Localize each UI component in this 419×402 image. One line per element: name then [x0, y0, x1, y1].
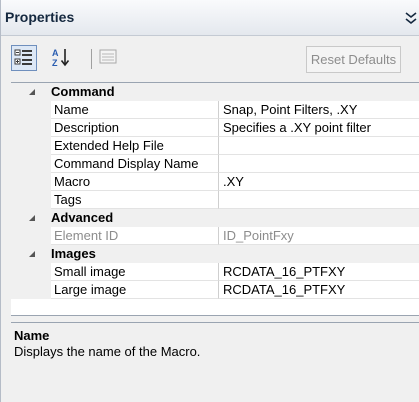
property-pages-icon — [99, 49, 117, 64]
category-images[interactable]: Images — [11, 245, 419, 263]
description-title: Name — [14, 328, 50, 343]
description-text: Displays the name of the Macro. — [14, 344, 201, 359]
category-label: Images — [51, 246, 96, 261]
property-value[interactable]: ID_PointFxy — [219, 227, 419, 245]
property-value[interactable] — [219, 191, 419, 209]
property-name: Macro — [51, 173, 219, 191]
collapse-triangle-icon[interactable] — [27, 249, 37, 259]
property-value[interactable] — [219, 155, 419, 173]
property-name: Description — [51, 119, 219, 137]
property-row[interactable]: Command Display Name — [11, 155, 419, 173]
property-value[interactable]: RCDATA_16_PTFXY — [219, 263, 419, 281]
property-row[interactable]: Extended Help File — [11, 137, 419, 155]
property-row[interactable]: Large image RCDATA_16_PTFXY — [11, 281, 419, 299]
row-gutter — [11, 281, 51, 299]
property-name: Small image — [51, 263, 219, 281]
collapse-triangle-icon[interactable] — [27, 213, 37, 223]
row-gutter — [11, 191, 51, 209]
toolbar-separator — [91, 49, 92, 69]
property-name: Extended Help File — [51, 137, 219, 155]
property-row[interactable]: Small image RCDATA_16_PTFXY — [11, 263, 419, 281]
property-row[interactable]: Description Specifies a .XY point filter — [11, 119, 419, 137]
panel-title: Properties — [5, 9, 75, 25]
property-value[interactable]: Specifies a .XY point filter — [219, 119, 419, 137]
property-row[interactable]: Name Snap, Point Filters, .XY — [11, 101, 419, 119]
property-value[interactable] — [219, 137, 419, 155]
category-label: Command — [51, 84, 115, 99]
row-gutter — [11, 137, 51, 155]
property-value[interactable]: RCDATA_16_PTFXY — [219, 281, 419, 299]
property-name: Tags — [51, 191, 219, 209]
category-label: Advanced — [51, 210, 114, 225]
row-gutter — [11, 101, 51, 119]
property-row[interactable]: Element ID ID_PointFxy — [11, 227, 419, 245]
category-advanced[interactable]: Advanced — [11, 209, 419, 227]
reset-defaults-button[interactable]: Reset Defaults — [306, 46, 401, 73]
description-pane: Name Displays the name of the Macro. — [11, 322, 419, 402]
categorized-icon — [14, 49, 32, 65]
row-gutter — [11, 263, 51, 281]
property-row[interactable]: Macro .XY — [11, 173, 419, 191]
collapse-icon[interactable] — [403, 11, 419, 25]
panel-titlebar: Properties — [1, 0, 419, 36]
property-name: Large image — [51, 281, 219, 299]
category-command[interactable]: Command — [11, 83, 419, 101]
property-value[interactable]: Snap, Point Filters, .XY — [219, 101, 419, 119]
property-value[interactable]: .XY — [219, 173, 419, 191]
property-name: Element ID — [51, 227, 219, 245]
row-gutter — [11, 155, 51, 173]
property-name: Command Display Name — [51, 155, 219, 173]
row-gutter — [11, 119, 51, 137]
alphabetical-icon: A Z — [52, 48, 70, 68]
svg-text:A: A — [52, 48, 59, 58]
property-row[interactable]: Tags — [11, 191, 419, 209]
row-gutter — [11, 227, 51, 245]
collapse-triangle-icon[interactable] — [27, 87, 37, 97]
properties-panel: Properties A Z Reset Defaults Command Na… — [0, 0, 419, 402]
property-name: Name — [51, 101, 219, 119]
categorized-button[interactable] — [11, 45, 37, 71]
svg-text:Z: Z — [52, 58, 58, 68]
alphabetical-button[interactable]: A Z — [49, 45, 75, 71]
row-gutter — [11, 173, 51, 191]
property-grid: Command Name Snap, Point Filters, .XY De… — [11, 82, 419, 316]
property-pages-button[interactable] — [96, 45, 122, 71]
